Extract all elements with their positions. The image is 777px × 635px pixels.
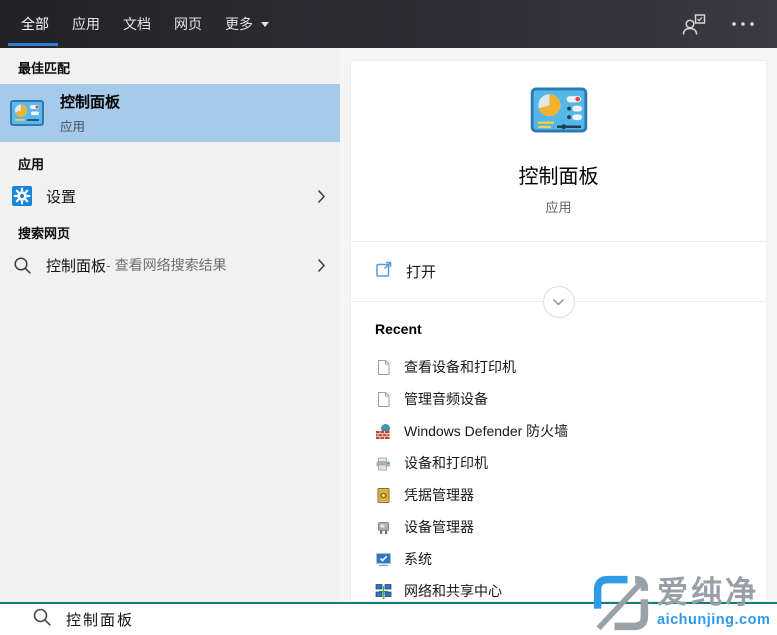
app-type-label: 应用 xyxy=(545,200,572,215)
control-panel-icon xyxy=(10,100,44,126)
devices-printers-icon xyxy=(375,455,392,472)
collapse-preview-button[interactable] xyxy=(542,286,575,318)
firewall-icon xyxy=(375,423,392,440)
system-icon xyxy=(375,551,392,568)
control-panel-icon-large xyxy=(530,87,588,138)
file-icon xyxy=(375,391,392,408)
tab-list: 全部 应用 文档 网页 更多 xyxy=(8,0,269,48)
recent-item-label: 管理音频设备 xyxy=(404,391,488,407)
user-account-icon[interactable] xyxy=(680,13,707,36)
windows-search-flyout: 全部 应用 文档 网页 更多 最佳匹配 控制面板 应用 应用 设置 搜索网页 控… xyxy=(0,0,777,635)
tab-more[interactable]: 更多 xyxy=(225,0,269,48)
device-manager-icon xyxy=(375,519,392,536)
results-panel: 最佳匹配 控制面板 应用 应用 设置 搜索网页 控制面板 - 查看网络搜索结果 xyxy=(0,48,340,635)
recent-item[interactable]: 凭据管理器 xyxy=(375,479,758,511)
chevron-right-icon xyxy=(317,189,326,204)
preview-panel: 控制面板 应用 打开 Recent 查看设备和打印机 管理音频设备 Windows … xyxy=(350,60,767,602)
web-search-suffix: - 查看网络搜索结果 xyxy=(106,257,227,273)
recent-item[interactable]: 设备管理器 xyxy=(375,511,758,543)
topbar-actions xyxy=(680,13,761,36)
best-match-subtitle: 应用 xyxy=(60,120,86,134)
tab-documents[interactable]: 文档 xyxy=(123,0,151,48)
watermark-name: 爱纯净 xyxy=(657,575,759,610)
recent-item[interactable]: 系统 xyxy=(375,543,758,575)
open-action-label: 打开 xyxy=(406,263,437,281)
recent-item-label: 网络和共享中心 xyxy=(404,583,502,599)
aichunjing-logo-icon xyxy=(592,574,650,635)
search-filter-bar: 全部 应用 文档 网页 更多 xyxy=(0,0,777,48)
network-sharing-icon xyxy=(375,583,392,600)
tab-all[interactable]: 全部 xyxy=(8,0,58,48)
web-section-header: 搜索网页 xyxy=(18,226,71,241)
recent-header: Recent xyxy=(375,321,422,337)
recent-item[interactable]: 设备和打印机 xyxy=(375,447,758,479)
settings-result-label: 设置 xyxy=(46,188,77,206)
recent-item-label: Windows Defender 防火墙 xyxy=(404,423,569,439)
recent-item[interactable]: Windows Defender 防火墙 xyxy=(375,415,758,447)
best-match-header: 最佳匹配 xyxy=(18,61,71,76)
result-item-settings[interactable]: 设置 xyxy=(0,178,340,214)
chevron-down-icon xyxy=(553,299,564,306)
recent-item[interactable]: 管理音频设备 xyxy=(375,383,758,415)
settings-gear-icon xyxy=(12,186,32,206)
app-title: 控制面板 xyxy=(518,166,599,188)
recent-item[interactable]: 查看设备和打印机 xyxy=(375,351,758,383)
credential-manager-icon xyxy=(375,487,392,504)
best-match-title: 控制面板 xyxy=(60,94,121,111)
recent-item-label: 凭据管理器 xyxy=(404,487,474,503)
more-options-icon[interactable] xyxy=(731,21,755,27)
web-search-query: 控制面板 xyxy=(46,257,107,275)
best-match-result[interactable]: 控制面板 应用 xyxy=(0,84,340,142)
recent-item-label: 设备和打印机 xyxy=(404,455,488,471)
watermark: 爱纯净 aichunjing.com xyxy=(592,574,770,635)
search-input[interactable] xyxy=(64,610,368,629)
file-icon xyxy=(375,359,392,376)
apps-section-header: 应用 xyxy=(18,157,45,172)
recent-item-label: 设备管理器 xyxy=(404,519,474,535)
chevron-right-icon xyxy=(317,258,326,273)
tab-apps[interactable]: 应用 xyxy=(72,0,100,48)
recent-list: 查看设备和打印机 管理音频设备 Windows Defender 防火墙 设备和打印机… xyxy=(375,351,758,601)
result-item-web-search[interactable]: 控制面板 - 查看网络搜索结果 xyxy=(0,247,340,283)
tab-web[interactable]: 网页 xyxy=(174,0,202,48)
search-icon xyxy=(12,255,32,275)
open-external-icon xyxy=(375,260,393,283)
chevron-down-icon xyxy=(261,22,269,31)
search-icon xyxy=(32,607,52,632)
recent-item-label: 系统 xyxy=(404,551,432,567)
recent-item-label: 查看设备和打印机 xyxy=(404,359,516,375)
watermark-domain: aichunjing.com xyxy=(657,612,771,628)
